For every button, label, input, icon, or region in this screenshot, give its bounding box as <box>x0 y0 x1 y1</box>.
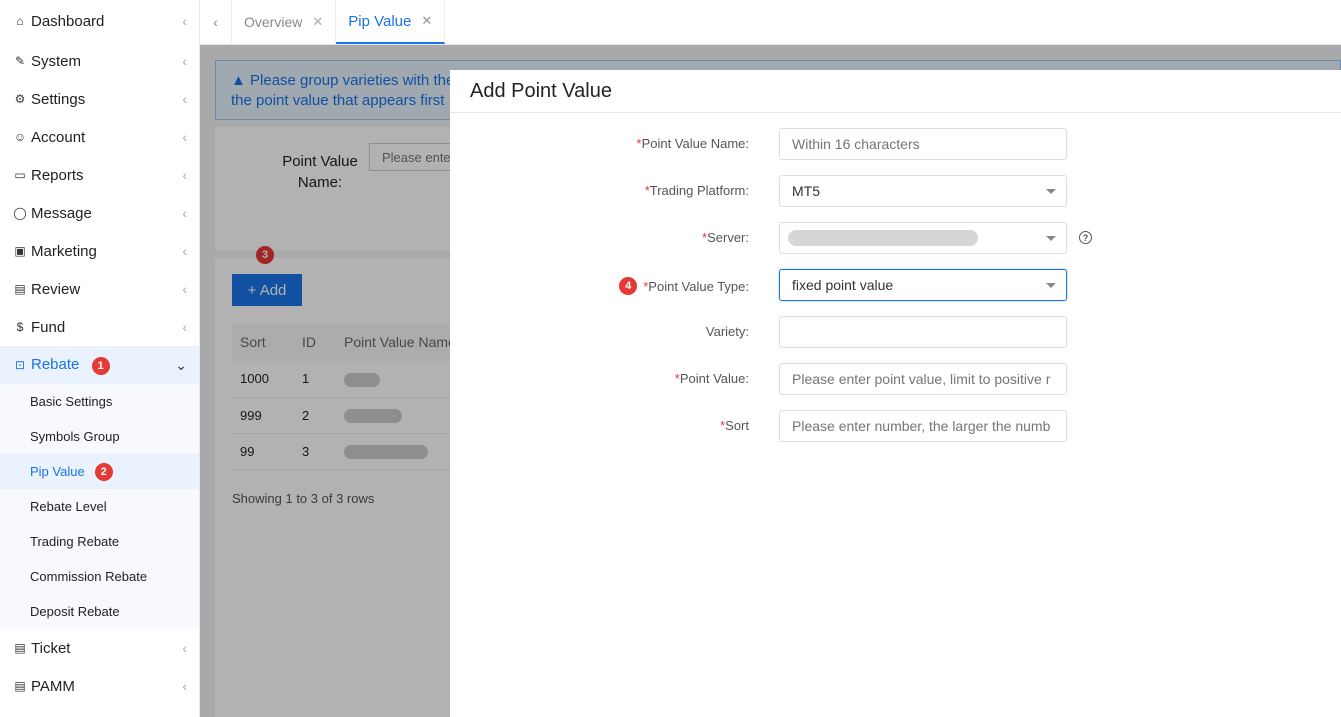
chevron-left-icon: ‹ <box>182 319 187 335</box>
point-value-type-select[interactable]: fixed point value <box>779 269 1067 301</box>
chevron-left-icon: ‹ <box>182 281 187 297</box>
chevron-left-icon: ‹ <box>182 129 187 145</box>
dialog-title: Add Point Value <box>450 70 1341 113</box>
form-row-server: * Server: ? <box>450 222 1341 254</box>
tab-scroll-left-button[interactable]: ‹ <box>200 0 232 44</box>
form-row-variety: Variety: <box>450 316 1341 348</box>
point-value-input[interactable] <box>779 363 1067 395</box>
sidebar-item-label: Pip Value <box>30 464 85 479</box>
form-row-type: 4 * Point Value Type: fixed point value <box>450 269 1341 301</box>
sidebar-item-commission-rebate[interactable]: Commission Rebate <box>0 559 199 594</box>
caret-down-icon <box>1046 283 1056 288</box>
sidebar-item-deposit-rebate[interactable]: Deposit Rebate <box>0 594 199 629</box>
field-label: Variety: <box>705 324 749 339</box>
sidebar-item-symbols-group[interactable]: Symbols Group <box>0 419 199 454</box>
ticket-icon: ▤ <box>14 641 26 655</box>
sidebar-item-pamm[interactable]: ▤ PAMM ‹ <box>0 667 199 705</box>
chevron-down-icon: ⌄ <box>175 356 187 373</box>
sidebar-item-reports[interactable]: ▭ Reports ‹ <box>0 156 199 194</box>
tab-label: Overview <box>244 14 303 30</box>
form-row-sort: * Sort <box>450 410 1341 442</box>
chevron-left-icon: ‹ <box>182 91 187 107</box>
sidebar-item-rebate-level[interactable]: Rebate Level <box>0 489 199 524</box>
dollar-icon: $ <box>16 320 24 334</box>
sidebar-item-marketing[interactable]: ▣ Marketing ‹ <box>0 232 199 270</box>
sort-input[interactable] <box>779 410 1067 442</box>
trading-platform-select[interactable]: MT5 <box>779 175 1067 207</box>
sidebar-item-ticket[interactable]: ▤ Ticket ‹ <box>0 629 199 667</box>
field-label: * Server: <box>702 230 749 245</box>
sidebar-item-basic-settings[interactable]: Basic Settings <box>0 384 199 419</box>
chevron-left-icon: ‹ <box>182 678 187 694</box>
sidebar-item-account[interactable]: ☺ Account ‹ <box>0 118 199 156</box>
sidebar-item-rebate[interactable]: ⊡ Rebate 1 ⌄ <box>0 346 199 384</box>
user-icon: ☺ <box>13 130 27 144</box>
tab-bar: ‹ Overview ✕ Pip Value ✕ <box>200 0 1341 45</box>
sidebar-item-trading-rebate[interactable]: Trading Rebate <box>0 524 199 559</box>
form-row-point-value: * Point Value: <box>450 363 1341 395</box>
select-value: fixed point value <box>792 277 894 293</box>
caret-down-icon <box>1046 236 1056 241</box>
point-value-name-input[interactable] <box>779 128 1067 160</box>
chat-icon: ◯ <box>13 206 27 220</box>
help-icon[interactable]: ? <box>1079 231 1092 244</box>
chevron-left-icon: ‹ <box>182 167 187 183</box>
form-row-name: * Point Value Name: <box>450 128 1341 160</box>
field-label: 4 * Point Value Type: <box>619 277 749 295</box>
sidebar-item-review[interactable]: ▤ Review ‹ <box>0 270 199 308</box>
sidebar-item-label: Rebate <box>31 355 80 373</box>
pamm-icon: ▤ <box>14 679 26 693</box>
form-row-platform: * Trading Platform: MT5 <box>450 175 1341 207</box>
chevron-left-icon: ‹ <box>182 243 187 259</box>
tab-overview[interactable]: Overview ✕ <box>232 0 337 44</box>
sidebar-item-pip-value[interactable]: Pip Value 2 <box>0 454 199 489</box>
sidebar-item-dashboard[interactable]: ⌂ Dashboard ‹ <box>0 0 199 42</box>
sidebar-item-message[interactable]: ◯ Message ‹ <box>0 194 199 232</box>
chevron-left-icon: ‹ <box>182 640 187 656</box>
field-label: * Trading Platform: <box>644 183 749 198</box>
chevron-left-icon: ‹ <box>182 53 187 69</box>
sidebar-item-system[interactable]: ✎ System ‹ <box>0 42 199 80</box>
chevron-left-icon: ‹ <box>182 205 187 221</box>
wrench-icon: ✎ <box>14 54 26 68</box>
sidebar-item-settings[interactable]: ⚙ Settings ‹ <box>0 80 199 118</box>
monitor-icon: ▭ <box>14 168 26 182</box>
review-icon: ▤ <box>14 282 26 296</box>
step-badge: 1 <box>91 356 110 375</box>
redacted-text <box>788 230 978 246</box>
caret-down-icon <box>1046 189 1056 194</box>
rebate-submenu: Basic Settings Symbols Group Pip Value 2… <box>0 384 199 629</box>
variety-input[interactable] <box>779 316 1067 348</box>
step-badge: 4 <box>619 277 638 295</box>
chevron-left-icon: ‹ <box>182 13 187 29</box>
field-label: * Sort <box>720 418 749 433</box>
add-point-value-dialog: Add Point Value *Point Value Name: *Trad… <box>450 70 1341 717</box>
sidebar: ⌂ Dashboard ‹ ✎ System ‹ ⚙ Settings ‹ ☺ … <box>0 0 200 717</box>
close-icon[interactable]: ✕ <box>421 13 432 29</box>
tab-pip-value[interactable]: Pip Value ✕ <box>336 0 446 44</box>
chevron-left-icon: ‹ <box>213 14 218 30</box>
tab-label: Pip Value <box>348 12 412 30</box>
field-label: * Point Value Name: <box>636 136 750 151</box>
gift-icon: ▣ <box>14 244 26 258</box>
sidebar-item-fund[interactable]: $ Fund ‹ <box>0 308 199 346</box>
rebate-icon: ⊡ <box>14 358 26 372</box>
select-value: MT5 <box>792 183 820 199</box>
server-select[interactable] <box>779 222 1067 254</box>
step-badge: 2 <box>94 462 113 481</box>
field-label: * Point Value: <box>674 371 749 386</box>
close-icon[interactable]: ✕ <box>312 14 323 30</box>
home-icon: ⌂ <box>16 14 24 28</box>
gear-icon: ⚙ <box>14 92 26 106</box>
